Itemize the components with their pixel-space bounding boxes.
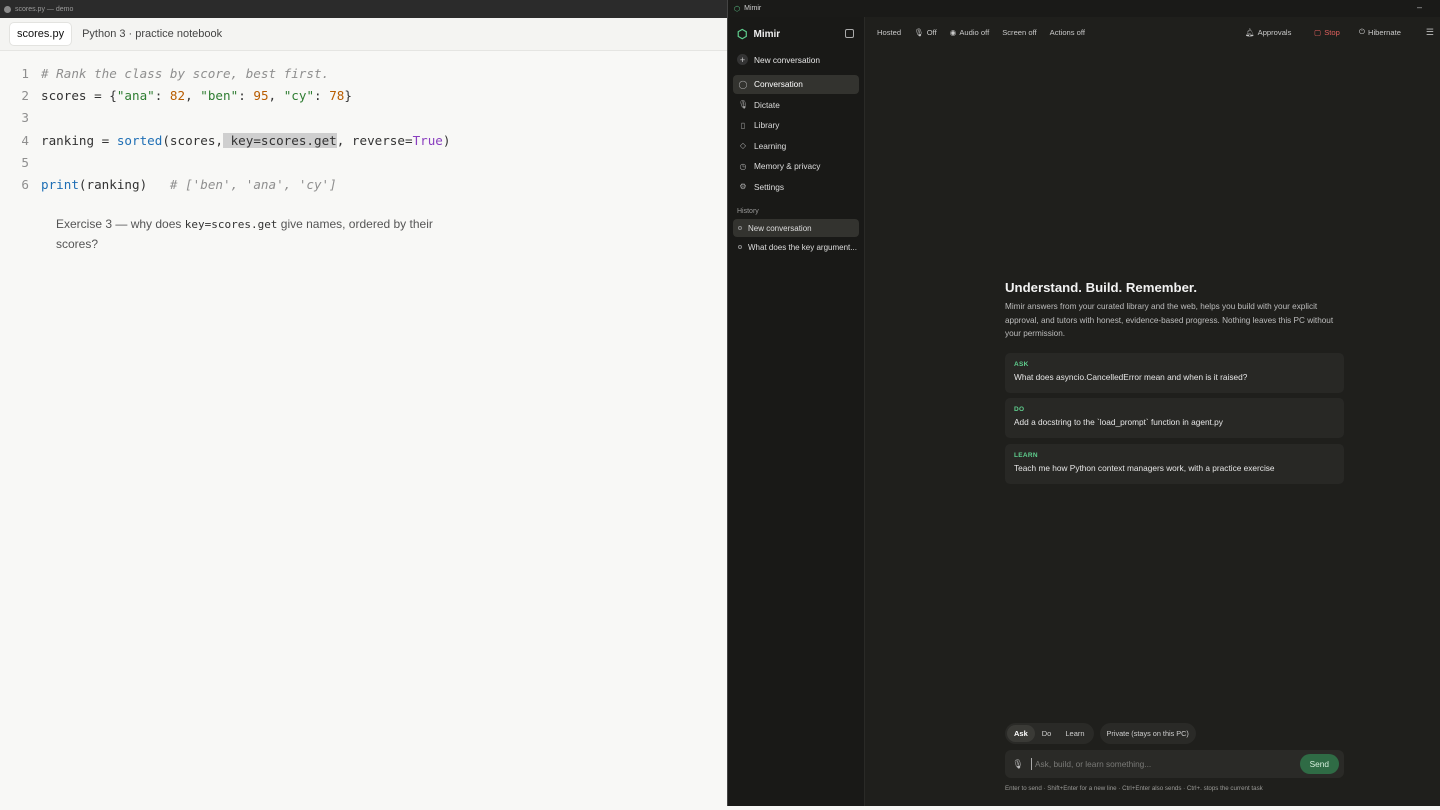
hosted-toggle[interactable]: Hosted: [877, 28, 901, 37]
code-line: 3: [0, 107, 451, 129]
code-text: scores = {"ana": 82, "ben": 95, "cy": 78…: [41, 87, 352, 103]
mode-ask[interactable]: Ask: [1007, 724, 1035, 742]
mimir-logo-icon: ⬡: [737, 27, 748, 41]
mic-toggle[interactable]: 🎙︎ Off: [914, 28, 937, 37]
suggestion-card-learn[interactable]: LEARN Teach me how Python context manage…: [1005, 444, 1344, 484]
message-input[interactable]: [1031, 758, 1300, 770]
tab-notebook[interactable]: Python 3 · practice notebook: [75, 23, 229, 45]
brand: ⬡ Mimir: [728, 17, 864, 51]
actions-toggle[interactable]: Actions off: [1050, 28, 1085, 37]
welcome-hero: Understand. Build. Remember. Mimir answe…: [1005, 280, 1350, 341]
status-bar: Hosted 🎙︎ Off ◉ Audio off Screen off Actio…: [865, 17, 1440, 47]
tab-scores-py[interactable]: scores.py: [10, 23, 72, 45]
code-line: 4 ranking = sorted(scores, key=scores.ge…: [0, 129, 451, 151]
sidebar: ⬡ Mimir + New conversation ◯ Conversatio…: [728, 17, 865, 806]
sidebar-item-memory-privacy[interactable]: ◷ Memory & privacy: [733, 157, 859, 176]
code-text: print(ranking) # ['ben', 'ana', 'cy']: [41, 177, 337, 193]
book-icon: ▯: [740, 120, 746, 130]
bell-icon: 🔔︎: [1245, 27, 1255, 37]
microphone-icon: 🎙︎: [738, 100, 749, 109]
line-number: 2: [21, 87, 29, 103]
minimize-icon[interactable]: –: [1417, 2, 1422, 12]
clock-icon: ◷: [739, 161, 747, 171]
sidebar-item-settings[interactable]: ⚙ Settings: [733, 177, 859, 196]
history-heading: History: [737, 208, 759, 215]
stop-icon: ▢: [1314, 27, 1322, 37]
hibernate-button[interactable]: ⏻ Hibernate: [1359, 27, 1401, 37]
line-number: 1: [21, 65, 29, 81]
app-icon: [4, 5, 11, 13]
private-toggle[interactable]: Private (stays on this PC): [1099, 722, 1196, 744]
code-line: 6 print(ranking) # ['ben', 'ana', 'cy']: [0, 173, 451, 195]
mode-switcher: Ask Do Learn: [1005, 722, 1094, 744]
history-item[interactable]: What does the key argument...: [733, 238, 859, 256]
editor-window: scores.py — demo scores.py Python 3 · pr…: [0, 0, 727, 810]
code-line: 1 # Rank the class by score, best first.: [0, 62, 451, 84]
app-name: Mimir: [753, 28, 781, 40]
microphone-icon: 🎙︎: [914, 27, 924, 37]
graduation-cap-icon: ◇: [739, 141, 747, 150]
stop-button[interactable]: ▢ Stop: [1314, 28, 1340, 37]
card-text: Teach me how Python context managers wor…: [1014, 463, 1275, 473]
history-dot-icon: [738, 245, 742, 249]
history-dot-icon: [738, 226, 742, 230]
sidebar-item-conversation[interactable]: ◯ Conversation: [733, 74, 859, 94]
mode-learn[interactable]: Learn: [1058, 725, 1091, 742]
card-tag: ASK: [1014, 361, 1029, 368]
card-tag: LEARN: [1014, 452, 1038, 459]
new-conversation-button[interactable]: + New conversation: [728, 51, 864, 68]
suggestion-card-ask[interactable]: ASK What does asyncio.CancelledError mea…: [1005, 353, 1344, 393]
approvals-button[interactable]: 🔔︎ Approvals: [1245, 28, 1291, 37]
editor-window-title: scores.py — demo: [15, 5, 74, 13]
mimir-window-title: Mimir: [744, 5, 762, 12]
sidebar-item-learning[interactable]: ◇ Learning: [733, 136, 859, 155]
code-comment: # Rank the class by score, best first.: [41, 65, 330, 81]
card-tag: DO: [1014, 406, 1025, 413]
mode-do[interactable]: Do: [1035, 725, 1059, 742]
audio-toggle[interactable]: ◉ Audio off: [950, 28, 989, 37]
selected-text: key=scores.get: [223, 132, 337, 148]
sidebar-toggle-icon[interactable]: [845, 29, 854, 38]
line-number: 4: [21, 132, 29, 148]
composer: 🎙︎ Send: [1005, 750, 1344, 778]
editor-titlebar: scores.py — demo: [0, 0, 727, 18]
suggestion-card-do[interactable]: DO Add a docstring to the `load_prompt` …: [1005, 398, 1344, 438]
code-line: 2 scores = {"ana": 82, "ben": 95, "cy": …: [0, 84, 451, 106]
editor-tab-bar: scores.py Python 3 · practice notebook: [0, 18, 727, 51]
code-editor[interactable]: 1 # Rank the class by score, best first.…: [0, 62, 451, 196]
line-number: 6: [21, 177, 29, 193]
line-number: 3: [21, 110, 29, 126]
card-text: Add a docstring to the `load_prompt` fun…: [1014, 417, 1223, 427]
power-icon: ⏻: [1359, 27, 1366, 36]
line-number: 5: [21, 154, 29, 170]
hero-title: Understand. Build. Remember.: [1005, 280, 1197, 295]
keyboard-hint: Enter to send · Shift+Enter for a new li…: [1005, 785, 1263, 792]
menu-icon[interactable]: ☰: [1426, 27, 1434, 38]
eye-icon: ◉: [949, 27, 957, 37]
sidebar-item-library[interactable]: ▯ Library: [733, 116, 859, 135]
plus-icon: +: [737, 54, 748, 65]
sidebar-item-dictate[interactable]: 🎙︎ Dictate: [733, 95, 859, 114]
microphone-icon[interactable]: 🎙︎: [1005, 759, 1031, 770]
send-button[interactable]: Send: [1299, 754, 1339, 774]
hero-description: Mimir answers from your curated library …: [1005, 302, 1334, 339]
code-line: 5: [0, 151, 451, 173]
code-text: ranking = sorted(scores, key=scores.get,…: [41, 132, 451, 148]
mode-bar: Ask Do Learn Private (stays on this PC): [1005, 722, 1196, 744]
history-item[interactable]: New conversation: [733, 219, 859, 237]
gear-icon: ⚙: [739, 182, 747, 191]
mimir-titlebar: ⬡ Mimir –: [728, 0, 1440, 17]
screen-toggle[interactable]: Screen off: [1002, 28, 1036, 37]
card-text: What does asyncio.CancelledError mean an…: [1014, 372, 1248, 382]
exercise-prompt: Exercise 3 — why does key=scores.get giv…: [56, 217, 433, 251]
chat-bubble-icon: ◯: [738, 79, 748, 89]
mimir-logo-icon: ⬡: [734, 5, 741, 13]
